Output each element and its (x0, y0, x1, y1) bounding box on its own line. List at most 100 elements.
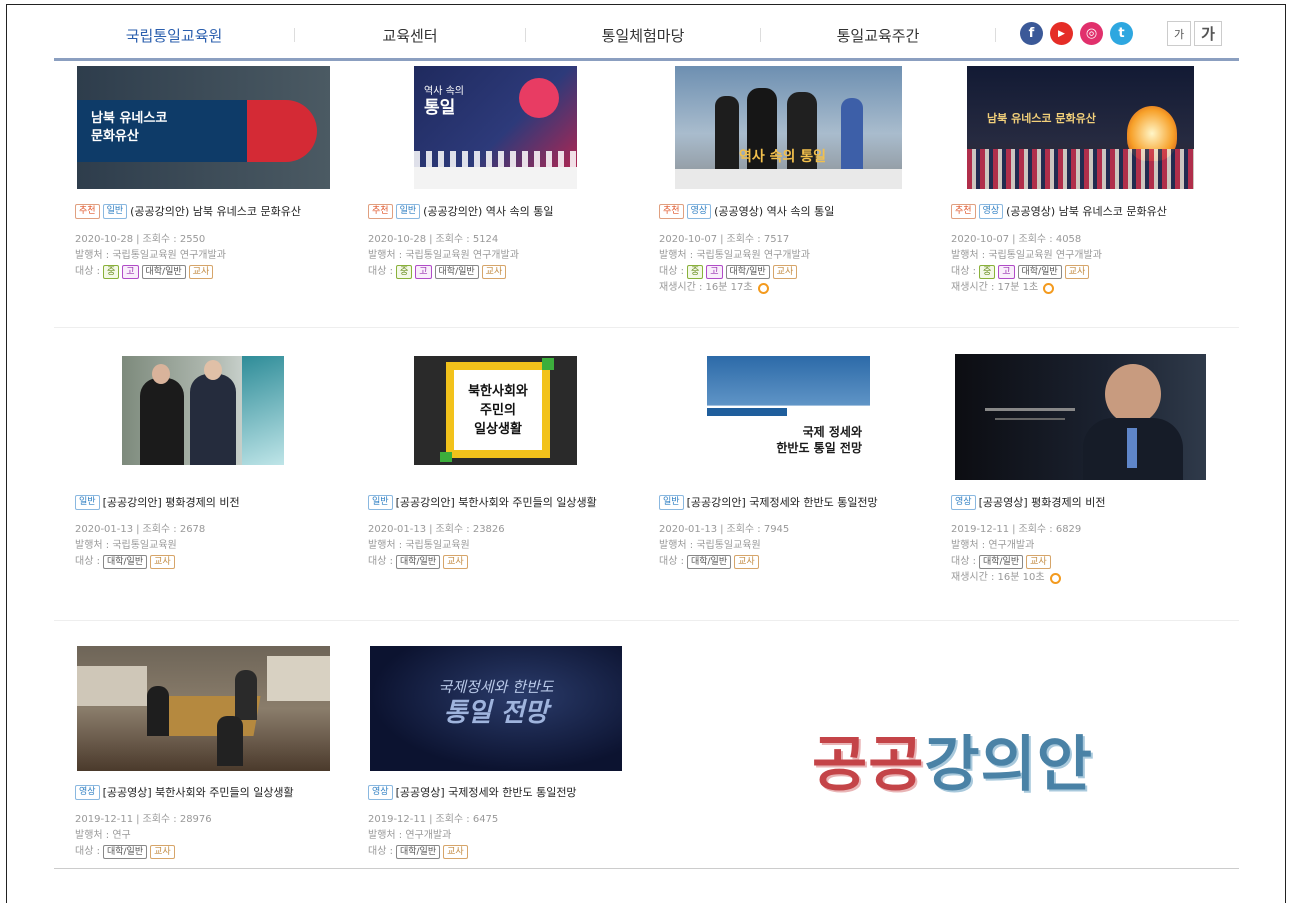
card-title-row[interactable]: 영상 [공공영상] 북한사회와 주민들의 일상생활 (75, 784, 294, 800)
recommend-tag: 추천 (951, 203, 976, 219)
thumbnail-text: 남북 유네스코 문화유산 (987, 112, 1096, 125)
card-title[interactable]: [공공영상] 평화경제의 비전 (979, 494, 1106, 510)
card-title[interactable]: [공공영상] 북한사회와 주민들의 일상생활 (103, 784, 294, 800)
card-title[interactable]: (공공강의안) 남북 유네스코 문화유산 (130, 203, 301, 219)
card-title-row[interactable]: 일반 [공공강의안] 북한사회와 주민들의 일상생활 (368, 494, 597, 510)
card-title-row[interactable]: 일반 [공공강의안] 평화경제의 비전 (75, 494, 240, 510)
card-meta: 2020-01-13 | 조회수 : 2678 발행처 : 국립통일교육원 대상 :… (75, 522, 205, 570)
row-divider (54, 327, 1239, 328)
audience-label: 대상 : (368, 556, 393, 567)
card-title-row[interactable]: 추천 영상 (공공영상) 역사 속의 통일 (659, 203, 834, 219)
card-title-row[interactable]: 영상 [공공영상] 평화경제의 비전 (951, 494, 1105, 510)
audience-label: 대상 : (75, 556, 100, 567)
card-title-row[interactable]: 일반 [공공강의안] 국제정세와 한반도 통일전망 (659, 494, 878, 510)
audience-tag: 대학/일반 (395, 845, 441, 859)
meta-separator: | (429, 814, 433, 825)
audience-tag: 대학/일반 (686, 555, 732, 569)
thumbnail-text: 통일 (424, 98, 456, 118)
card-thumbnail[interactable] (122, 356, 284, 465)
meta-separator: | (720, 524, 724, 535)
audience-tag: 중 (102, 265, 120, 279)
meta-separator: | (1012, 234, 1016, 245)
audience-tag: 교사 (481, 265, 507, 279)
facebook-icon[interactable]: f (1020, 22, 1043, 45)
card-title-row[interactable]: 추천 일반 (공공강의안) 역사 속의 통일 (368, 203, 554, 219)
audience-tag: 대학/일반 (725, 265, 770, 279)
card-date: 2019-12-11 (75, 814, 134, 825)
category-tag: 영상 (686, 203, 712, 219)
card-views: 조회수 : 2550 (142, 234, 206, 245)
card-thumbnail[interactable]: 남북 유네스코 문화유산 (77, 66, 330, 189)
card-views: 조회수 : 7517 (726, 234, 790, 245)
card-title[interactable]: [공공강의안] 북한사회와 주민들의 일상생활 (396, 494, 597, 510)
card-date: 2020-01-13 (368, 524, 427, 535)
card-publisher: 발행처 : 연구개발과 (951, 540, 1035, 551)
nav-item-nuie[interactable]: 국립통일교육원 (54, 25, 294, 46)
card-views: 조회수 : 7945 (726, 524, 790, 535)
twitter-icon[interactable]: t (1110, 22, 1133, 45)
card-date: 2020-10-07 (659, 234, 718, 245)
card-thumbnail[interactable]: 국제정세와 한반도 통일 전망 (370, 646, 622, 771)
card-title-row[interactable]: 추천 일반 (공공강의안) 남북 유네스코 문화유산 (75, 203, 301, 219)
audience-label: 대상 : (951, 266, 976, 277)
card-title[interactable]: (공공강의안) 역사 속의 통일 (423, 203, 553, 219)
card-title-row[interactable]: 영상 [공공영상] 국제정세와 한반도 통일전망 (368, 784, 577, 800)
audience-tag: 교사 (772, 265, 798, 279)
category-tag: 일반 (368, 494, 393, 510)
card-thumbnail[interactable]: 북한사회와 주민의 일상생활 (414, 356, 577, 465)
audience-tag: 고 (706, 265, 723, 279)
nav-item-experience[interactable]: 통일체험마당 (526, 25, 760, 46)
card-title[interactable]: (공공영상) 역사 속의 통일 (714, 203, 834, 219)
audience-tag: 대학/일반 (395, 555, 441, 569)
card-title[interactable]: [공공강의안] 국제정세와 한반도 통일전망 (687, 494, 878, 510)
category-tag: 영상 (978, 203, 1004, 219)
card-thumbnail[interactable] (955, 354, 1206, 480)
card-date: 2020-01-13 (659, 524, 718, 535)
audience-label: 대상 : (368, 266, 393, 277)
card-publisher: 발행처 : 국립통일교육원 연구개발과 (951, 250, 1102, 261)
audience-tag: 교사 (1064, 265, 1090, 279)
instagram-icon[interactable]: ◎ (1080, 22, 1103, 45)
audience-label: 대상 : (75, 266, 100, 277)
audience-tag: 교사 (188, 265, 214, 279)
card-publisher: 발행처 : 연구개발과 (368, 830, 452, 841)
card-publisher: 발행처 : 국립통일교육원 연구개발과 (659, 250, 810, 261)
card-meta: 2019-12-11 | 조회수 : 6829 발행처 : 연구개발과 대상 : 대… (951, 522, 1081, 586)
card-title[interactable]: [공공강의안] 평화경제의 비전 (103, 494, 240, 510)
audience-label: 대상 : (659, 266, 684, 277)
card-publisher: 발행처 : 국립통일교육원 연구개발과 (368, 250, 519, 261)
audience-label: 대상 : (659, 556, 684, 567)
nav-item-education-week[interactable]: 통일교육주간 (761, 25, 995, 46)
card-thumbnail[interactable]: 국제 정세와 한반도 통일 전망 (707, 356, 870, 465)
youtube-icon[interactable]: ▶ (1050, 22, 1073, 45)
card-views: 조회수 : 23826 (435, 524, 505, 535)
card-title[interactable]: (공공영상) 남북 유네스코 문화유산 (1006, 203, 1167, 219)
card-views: 조회수 : 5124 (435, 234, 499, 245)
category-tag: 영상 (368, 784, 393, 800)
card-thumbnail[interactable]: 남북 유네스코 문화유산 (967, 66, 1194, 189)
font-larger-button[interactable]: 가 (1194, 21, 1222, 46)
audience-tag: 대학/일반 (978, 555, 1024, 569)
nav-item-education-center[interactable]: 교육센터 (295, 25, 525, 46)
card-views: 조회수 : 6475 (435, 814, 499, 825)
meta-separator: | (136, 234, 140, 245)
card-runtime: 재생시간 : 16분 17초 (659, 282, 753, 293)
thumbnail-text: 국제 정세와 (802, 425, 862, 439)
card-title-row[interactable]: 추천 영상 (공공영상) 남북 유네스코 문화유산 (951, 203, 1167, 219)
card-meta: 2020-01-13 | 조회수 : 7945 발행처 : 국립통일교육원 대상 :… (659, 522, 789, 570)
card-thumbnail[interactable]: 역사 속의 통일 (675, 66, 902, 189)
thumbnail-text: 역사 속의 통일 (739, 149, 827, 165)
card-views: 조회수 : 4058 (1018, 234, 1082, 245)
card-title[interactable]: [공공영상] 국제정세와 한반도 통일전망 (396, 784, 577, 800)
audience-tag: 중 (686, 265, 704, 279)
card-thumbnail[interactable]: 역사 속의 통일 (414, 66, 577, 189)
card-publisher: 발행처 : 국립통일교육원 (368, 540, 470, 551)
audience-tag: 교사 (734, 555, 759, 569)
font-smaller-button[interactable]: 가 (1167, 21, 1191, 46)
audience-label: 대상 : (75, 846, 100, 857)
card-views: 조회수 : 2678 (142, 524, 206, 535)
card-thumbnail[interactable] (77, 646, 330, 771)
card-date: 2020-10-28 (368, 234, 427, 245)
audience-tag: 교사 (150, 845, 175, 859)
row-divider (54, 620, 1239, 621)
